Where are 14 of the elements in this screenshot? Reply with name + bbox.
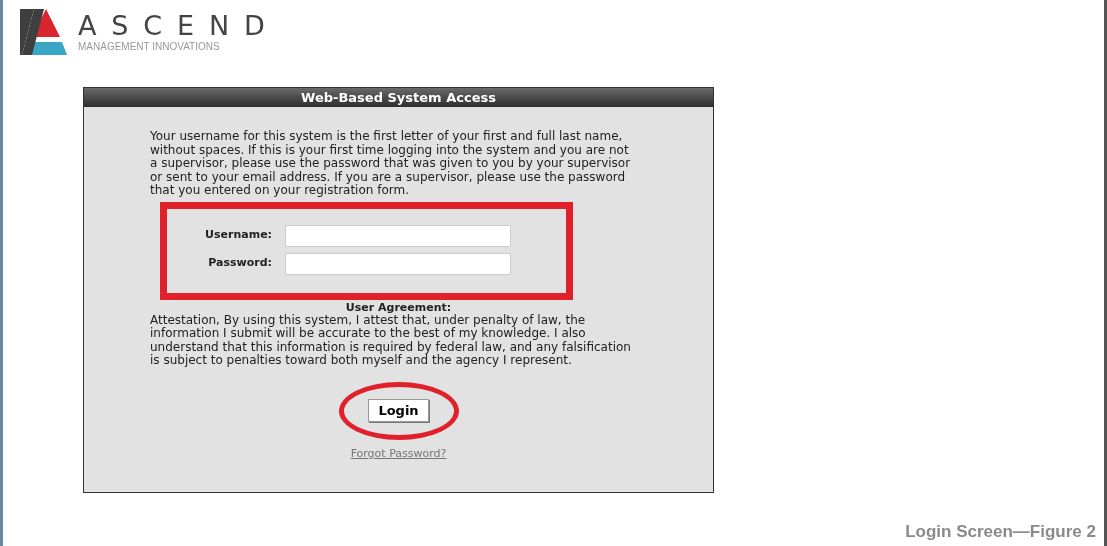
agreement-heading: User Agreement:	[345, 300, 452, 314]
logo-wordmark: ASCEND	[78, 11, 280, 41]
panel-title: Web-Based System Access	[301, 88, 496, 107]
agreement-paragraph: Attestation, By using this system, I attest that, under penalty of law, the information I submit will be accurate to the best of my knowledge. I also understand that this information is required by federal law, and any falsification is subject to penalties toward both myself and the agency I represent.	[150, 313, 632, 368]
field-label: Password:	[207, 255, 272, 272]
logo-icon	[20, 9, 68, 55]
logo-tagline: MANAGEMENT INNOVATIONS	[78, 41, 221, 53]
figure-caption: Login Screen—Figure 2	[905, 520, 1096, 543]
intro-paragraph: Your username for this system is the first letter of your first and full last name, without spaces. If this is your first time logging into the system and you are not a supervisor, please use the password that was given to you by your supervisor or sent to your email address. If you are a supervisor, please use the password that you entered on your registration form.	[150, 130, 632, 198]
input-field[interactable]	[285, 252, 511, 275]
forgot-password-link[interactable]: Forgot Password?	[350, 445, 447, 462]
input-field[interactable]	[285, 224, 511, 247]
field-label: Username:	[204, 227, 272, 244]
login-button[interactable]: Login	[368, 399, 429, 422]
